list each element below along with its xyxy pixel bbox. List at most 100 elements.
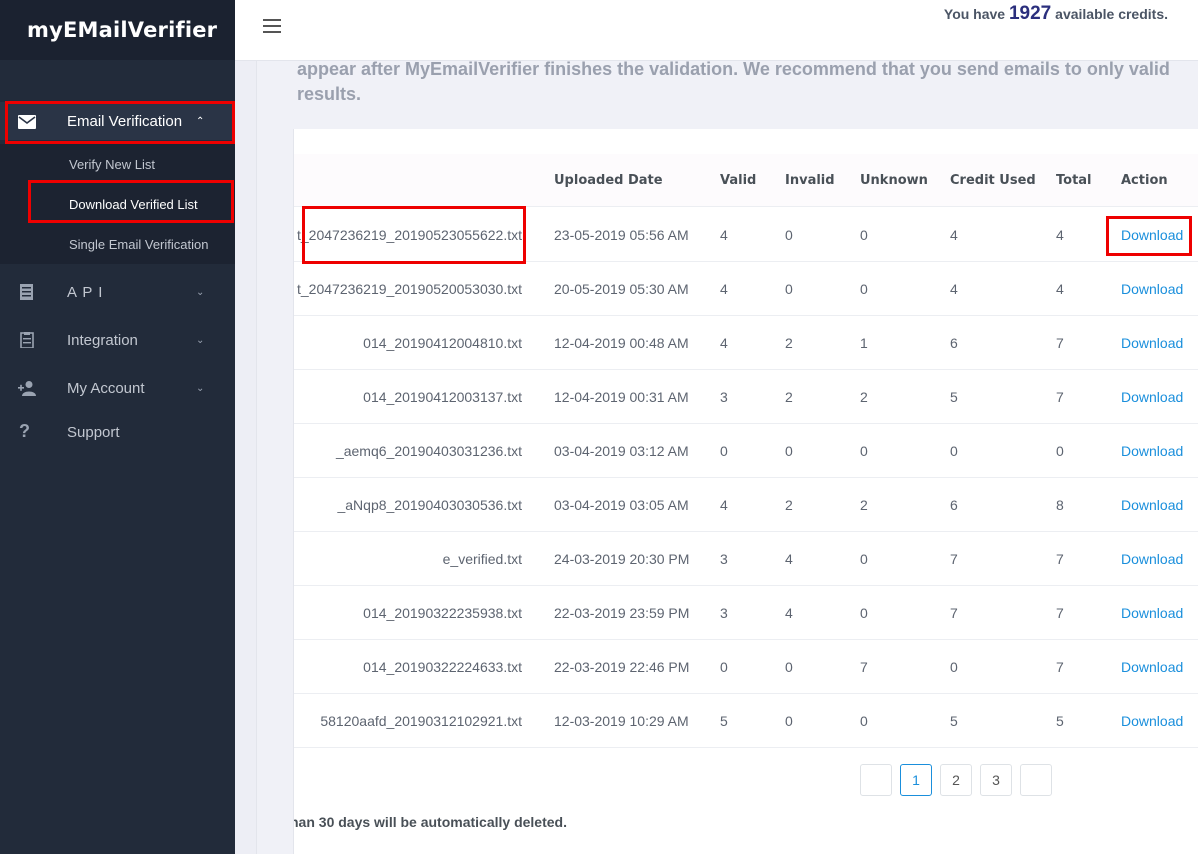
pagination-page-1[interactable]: 1 bbox=[900, 764, 932, 796]
invalid-count-cell: 2 bbox=[785, 335, 793, 351]
download-link[interactable]: Download bbox=[1121, 443, 1183, 459]
pagination-prev-button[interactable] bbox=[860, 764, 892, 796]
notice-text: appear after MyEmailVerifier finishes th… bbox=[297, 59, 1170, 104]
unknown-count-cell: 1 bbox=[860, 335, 868, 351]
total-count-cell: 4 bbox=[1056, 281, 1064, 297]
brand-logo[interactable]: myEMailVerifier bbox=[27, 18, 217, 42]
column-header-valid: Valid bbox=[720, 173, 757, 188]
column-header-total: Total bbox=[1056, 173, 1092, 188]
table-row: _aNqp8_20190403030536.txt 03-04-2019 03:0… bbox=[294, 478, 1198, 532]
uploaded-date-cell: 12-04-2019 00:48 AM bbox=[554, 335, 689, 351]
column-header-uploaded-date: Uploaded Date bbox=[554, 173, 663, 188]
invalid-count-cell: 4 bbox=[785, 605, 793, 621]
sidebar-item-my-account[interactable]: My Account ⌄ bbox=[0, 368, 235, 408]
download-link[interactable]: Download bbox=[1121, 497, 1183, 513]
pagination-next-button[interactable] bbox=[1020, 764, 1052, 796]
file-name-cell: 014_20190322235938.txt bbox=[363, 605, 522, 621]
column-header-unknown: Unknown bbox=[860, 173, 928, 188]
sidebar-item-api[interactable]: A P I ⌄ bbox=[0, 272, 235, 312]
column-header-invalid: Invalid bbox=[785, 173, 835, 188]
valid-count-cell: 3 bbox=[720, 551, 728, 567]
table-row: t_2047236219_20190520053030.txt 20-05-201… bbox=[294, 262, 1198, 316]
credit-used-cell: 5 bbox=[950, 713, 958, 729]
file-name-cell: _aNqp8_20190403030536.txt bbox=[337, 497, 522, 513]
valid-count-cell: 4 bbox=[720, 335, 728, 351]
credit-used-cell: 0 bbox=[950, 659, 958, 675]
total-count-cell: 0 bbox=[1056, 443, 1064, 459]
sidebar-subitem-single-email-verification[interactable]: Single Email Verification bbox=[69, 237, 208, 252]
chevron-down-icon: ⌄ bbox=[196, 382, 205, 394]
download-link[interactable]: Download bbox=[1121, 713, 1183, 729]
total-count-cell: 5 bbox=[1056, 713, 1064, 729]
valid-count-cell: 3 bbox=[720, 389, 728, 405]
table-row: e_verified.txt 24-03-2019 20:30 PM 3 4 0 7 7 Do… bbox=[294, 532, 1198, 586]
invalid-count-cell: 0 bbox=[785, 227, 793, 243]
download-link[interactable]: Download bbox=[1121, 551, 1183, 567]
credit-used-cell: 4 bbox=[950, 281, 958, 297]
uploaded-date-cell: 20-05-2019 05:30 AM bbox=[554, 281, 689, 297]
unknown-count-cell: 2 bbox=[860, 497, 868, 513]
uploaded-date-cell: 23-05-2019 05:56 AM bbox=[554, 227, 689, 243]
invalid-count-cell: 0 bbox=[785, 281, 793, 297]
valid-count-cell: 0 bbox=[720, 659, 728, 675]
uploaded-date-cell: 03-04-2019 03:12 AM bbox=[554, 443, 689, 459]
table-row: 014_20190412003137.txt 12-04-2019 00:31 A… bbox=[294, 370, 1198, 424]
total-count-cell: 7 bbox=[1056, 659, 1064, 675]
sidebar: myEMailVerifier Email Verification ⌃ Ver… bbox=[0, 0, 235, 854]
total-count-cell: 7 bbox=[1056, 605, 1064, 621]
pagination-page-2[interactable]: 2 bbox=[940, 764, 972, 796]
sidebar-item-label: A P I bbox=[67, 283, 104, 301]
uploaded-date-cell: 22-03-2019 22:46 PM bbox=[554, 659, 690, 675]
uploaded-date-cell: 24-03-2019 20:30 PM bbox=[554, 551, 690, 567]
unknown-count-cell: 0 bbox=[860, 443, 868, 459]
total-count-cell: 4 bbox=[1056, 227, 1064, 243]
total-count-cell: 8 bbox=[1056, 497, 1064, 513]
uploaded-date-cell: 03-04-2019 03:05 AM bbox=[554, 497, 689, 513]
file-name-cell: 014_20190412004810.txt bbox=[363, 335, 522, 351]
download-link[interactable]: Download bbox=[1121, 605, 1183, 621]
invalid-count-cell: 0 bbox=[785, 713, 793, 729]
table-row: 014_20190322235938.txt 22-03-2019 23:59 P… bbox=[294, 586, 1198, 640]
file-name-cell: 014_20190322224633.txt bbox=[363, 659, 522, 675]
valid-count-cell: 4 bbox=[720, 281, 728, 297]
download-link[interactable]: Download bbox=[1121, 335, 1183, 351]
chevron-down-icon: ⌄ bbox=[196, 334, 205, 346]
highlight-box bbox=[1106, 216, 1192, 256]
invalid-count-cell: 2 bbox=[785, 497, 793, 513]
total-count-cell: 7 bbox=[1056, 389, 1064, 405]
retention-footnote: han 30 days will be automatically delete… bbox=[293, 814, 567, 830]
credit-used-cell: 4 bbox=[950, 227, 958, 243]
sidebar-subitem-verify-new-list[interactable]: Verify New List bbox=[69, 157, 155, 172]
download-link[interactable]: Download bbox=[1121, 659, 1183, 675]
file-name-cell: 014_20190412003137.txt bbox=[363, 389, 522, 405]
unknown-count-cell: 0 bbox=[860, 605, 868, 621]
sidebar-item-label: Support bbox=[67, 423, 120, 441]
download-link[interactable]: Download bbox=[1121, 389, 1183, 405]
valid-count-cell: 3 bbox=[720, 605, 728, 621]
file-name-cell: e_verified.txt bbox=[442, 551, 522, 567]
sidebar-item-integration[interactable]: Integration ⌄ bbox=[0, 320, 235, 360]
table-row: _aemq6_20190403031236.txt 03-04-2019 03:1… bbox=[294, 424, 1198, 478]
credit-used-cell: 5 bbox=[950, 389, 958, 405]
sidebar-item-label: Integration bbox=[67, 331, 138, 349]
unknown-count-cell: 7 bbox=[860, 659, 868, 675]
invalid-count-cell: 4 bbox=[785, 551, 793, 567]
question-icon: ? bbox=[19, 421, 30, 441]
uploaded-date-cell: 12-03-2019 10:29 AM bbox=[554, 713, 689, 729]
column-header-credit-used: Credit Used bbox=[950, 173, 1036, 188]
table-row: 014_20190322224633.txt 22-03-2019 22:46 P… bbox=[294, 640, 1198, 694]
invalid-count-cell: 0 bbox=[785, 659, 793, 675]
menu-toggle-icon[interactable] bbox=[263, 19, 281, 33]
pagination-page-3[interactable]: 3 bbox=[980, 764, 1012, 796]
valid-count-cell: 4 bbox=[720, 497, 728, 513]
document-icon bbox=[20, 284, 33, 300]
highlight-box bbox=[302, 206, 526, 264]
uploaded-date-cell: 22-03-2019 23:59 PM bbox=[554, 605, 690, 621]
credit-used-cell: 7 bbox=[950, 551, 958, 567]
invalid-count-cell: 2 bbox=[785, 389, 793, 405]
top-bar: You have 1927 available credits. bbox=[235, 0, 1198, 61]
highlight-box bbox=[28, 180, 234, 223]
download-link[interactable]: Download bbox=[1121, 281, 1183, 297]
valid-count-cell: 5 bbox=[720, 713, 728, 729]
sidebar-item-support[interactable]: ? Support bbox=[0, 412, 235, 452]
